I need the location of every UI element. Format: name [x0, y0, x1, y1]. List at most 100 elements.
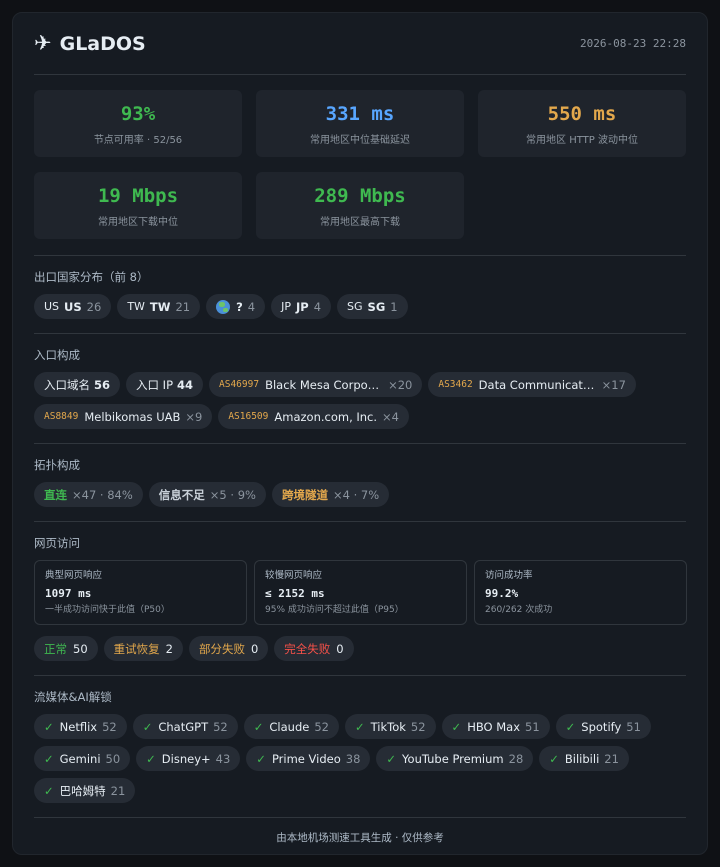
stat-value: 289 Mbps — [314, 184, 406, 207]
section-title: 出口国家分布（前 8） — [34, 270, 149, 284]
entry-chips: 入口域名 56 入口 IP 44 AS46997 Black Mesa Corp… — [34, 372, 686, 429]
asn-number: AS16509 — [228, 411, 269, 422]
web-box-p95: 较慢网页响应 ≤ 2152 ms 95% 成功访问不超过此值（P95） — [254, 560, 467, 625]
section-title: 拓扑构成 — [34, 458, 80, 472]
stat-availability: 93% 节点可用率 · 52/56 — [34, 90, 242, 157]
check-icon: ✓ — [256, 751, 266, 766]
service-name: Prime Video — [271, 751, 341, 766]
timestamp: 2026-08-23 22:28 — [580, 37, 686, 50]
stat-label: 常用地区中位基础延迟 — [310, 134, 410, 146]
check-icon: ✓ — [386, 751, 397, 766]
service-count: 43 — [215, 751, 231, 766]
status-label: 正常 — [44, 641, 67, 656]
country-chip-jp: JP JP 4 — [271, 294, 332, 319]
asn-number: AS46997 — [219, 379, 260, 390]
topology-label: 信息不足 — [158, 487, 205, 502]
service-count: 52 — [213, 719, 228, 734]
country-count: 21 — [175, 299, 191, 314]
web-box-note: 95% 成功访问不超过此值（P95） — [265, 605, 404, 615]
service-count: 52 — [102, 719, 117, 734]
flag-icon: US — [44, 300, 60, 313]
check-icon: ✓ — [565, 719, 576, 734]
country-name: JP — [295, 299, 309, 314]
service-name: Bilibili — [564, 751, 600, 766]
entry-domains-chip: 入口域名 56 — [34, 372, 121, 397]
asn-number: AS3462 — [438, 379, 473, 390]
topology-detail: ×5 · 9% — [209, 487, 256, 502]
country-name: ? — [236, 299, 243, 314]
footer-note: 由本地机场测速工具生成 · 仅供参考 — [276, 832, 444, 844]
service-name: Claude — [269, 719, 310, 734]
stats-grid: 93% 节点可用率 · 52/56 331 ms 常用地区中位基础延迟 550 … — [34, 75, 686, 256]
status-chip-full-fail: 完全失败 0 — [274, 636, 354, 661]
web-box-success-rate: 访问成功率 99.2% 260/262 次成功 — [474, 560, 687, 625]
status-count: 2 — [165, 641, 173, 656]
country-count: 26 — [86, 299, 102, 314]
entry-ip-label: 入口 IP — [136, 377, 173, 392]
status-count: 50 — [73, 641, 88, 656]
check-icon: ✓ — [142, 719, 153, 734]
web-box-note: 一半成功访问快于此值（P50） — [45, 605, 170, 615]
page-title: GLaDOS — [59, 32, 146, 55]
asn-count: ×9 — [185, 409, 203, 424]
service-count: 52 — [410, 719, 426, 734]
country-name: TW — [149, 299, 171, 314]
check-icon: ✓ — [451, 719, 462, 734]
country-name: SG — [367, 299, 386, 314]
unlock-chip-disney-plus: ✓ Disney+ 43 — [136, 746, 241, 771]
service-name: TikTok — [370, 719, 406, 734]
brand: ✈ GLaDOS — [34, 33, 146, 55]
section-title: 网页访问 — [34, 536, 80, 550]
web-box-value: 1097 ms — [45, 587, 92, 600]
status-chip-normal: 正常 50 — [34, 636, 98, 661]
web-box-label: 较慢网页响应 — [265, 570, 323, 581]
web-box-value: 99.2% — [485, 587, 519, 600]
status-label: 重试恢复 — [113, 641, 160, 656]
service-name: Disney+ — [161, 751, 211, 766]
stat-http-jitter: 550 ms 常用地区 HTTP 波动中位 — [478, 90, 686, 157]
service-count: 21 — [110, 783, 126, 798]
status-count: 0 — [336, 641, 344, 656]
check-icon: ✓ — [549, 751, 559, 766]
flag-icon: SG — [347, 300, 363, 313]
topology-section: 拓扑构成 直连 ×47 · 84% 信息不足 ×5 · 9% 跨境隧道 ×4 ·… — [34, 444, 686, 522]
unlock-chip-chatgpt: ✓ ChatGPT 52 — [132, 714, 238, 739]
web-box-note: 260/262 次成功 — [485, 605, 553, 615]
asn-count: ×17 — [601, 377, 626, 392]
section-title: 入口构成 — [34, 348, 80, 362]
service-name: Netflix — [59, 719, 98, 734]
streaming-chips: ✓ Netflix 52 ✓ ChatGPT 52 ✓ Claude 52 ✓ TikTok 5… — [34, 714, 686, 803]
topology-label: 直连 — [44, 487, 67, 502]
stat-label: 常用地区最高下载 — [320, 216, 400, 228]
web-box-value: ≤ 2152 ms — [265, 587, 325, 600]
topology-chip-direct: 直连 ×47 · 84% — [34, 482, 143, 507]
topology-chip-tunnel: 跨境隧道 ×4 · 7% — [271, 482, 390, 507]
topology-chips: 直连 ×47 · 84% 信息不足 ×5 · 9% 跨境隧道 ×4 · 7% — [34, 482, 686, 507]
unlock-chip-prime-video: ✓ Prime Video 38 — [246, 746, 371, 771]
stat-value: 331 ms — [325, 102, 395, 125]
service-count: 50 — [105, 751, 121, 766]
flag-icon: TW — [127, 300, 145, 313]
check-icon: ✓ — [146, 751, 156, 766]
report-card: ✈ GLaDOS 2026-08-23 22:28 93% 节点可用率 · 52… — [12, 12, 708, 855]
stat-value: 93% — [120, 102, 156, 125]
asn-chip: AS16509 Amazon.com, Inc. ×4 — [218, 404, 409, 429]
check-icon: ✓ — [253, 719, 264, 734]
check-icon: ✓ — [44, 751, 54, 766]
unlock-chip-bilibili: ✓ Bilibili 21 — [539, 746, 629, 771]
flag-icon: JP — [281, 300, 291, 313]
stat-label: 常用地区下载中位 — [98, 216, 178, 228]
check-icon: ✓ — [44, 783, 54, 798]
country-chip-us: US US 26 — [34, 294, 112, 319]
country-chip-tw: TW TW 21 — [117, 294, 201, 319]
service-count: 21 — [604, 751, 619, 766]
service-name: 巴哈姆特 — [59, 783, 106, 798]
web-metric-boxes: 典型网页响应 1097 ms 一半成功访问快于此值（P50） 较慢网页响应 ≤ … — [34, 560, 687, 625]
service-count: 51 — [525, 719, 540, 734]
topology-label: 跨境隧道 — [281, 487, 328, 502]
asn-name: Melbikomas UAB — [84, 409, 181, 424]
country-count: 4 — [247, 299, 256, 314]
asn-name: Data Communication Business Group — [478, 377, 597, 392]
stat-download-median: 19 Mbps 常用地区下载中位 — [34, 172, 242, 239]
asn-chip: AS3462 Data Communication Business Group… — [428, 372, 636, 397]
